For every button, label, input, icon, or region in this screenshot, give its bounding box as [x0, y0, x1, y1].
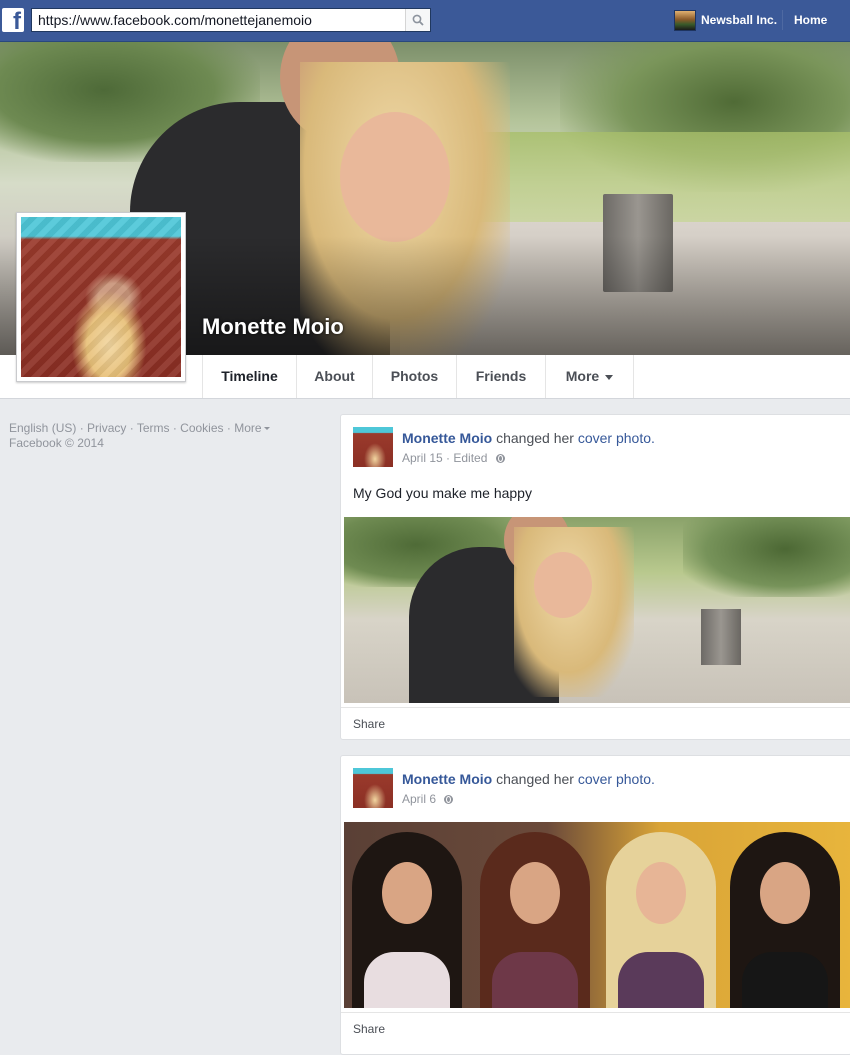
- tab-label: Friends: [475, 368, 527, 384]
- profile-picture-image: [21, 217, 181, 377]
- timeline-post: Monette Moio changed her cover photo. Ap…: [340, 414, 850, 740]
- post-date-link[interactable]: April 6: [402, 792, 436, 806]
- post-header: Monette Moio changed her cover photo.: [402, 430, 655, 446]
- photo-scene-face: [510, 862, 560, 924]
- post-edited-label[interactable]: Edited: [453, 451, 487, 465]
- photo-scene-top: [742, 952, 828, 1008]
- post-meta: April 6: [402, 792, 454, 806]
- footer-copyright: Facebook © 2014: [9, 436, 104, 450]
- tab-more[interactable]: More: [546, 355, 634, 398]
- tab-label: Photos: [390, 368, 439, 384]
- tab-friends[interactable]: Friends: [457, 355, 546, 398]
- photo-scene-face: [760, 862, 810, 924]
- search-button[interactable]: [405, 9, 430, 31]
- post-actions-bar: Share: [341, 707, 850, 740]
- photo-scene-person: [480, 832, 590, 1008]
- footer-link-privacy[interactable]: Privacy: [87, 421, 126, 435]
- post-meta-separator: ·: [446, 451, 451, 465]
- post-author-link[interactable]: Monette Moio: [402, 771, 492, 787]
- globe-icon[interactable]: [495, 454, 505, 463]
- nav-divider: [782, 10, 783, 30]
- photo-scene-person: [606, 832, 716, 1008]
- photo-scene-person: [352, 832, 462, 1008]
- tab-label: About: [314, 368, 355, 384]
- post-photo[interactable]: [344, 822, 850, 1008]
- photo-scene-bushes: [683, 517, 850, 597]
- footer-link-terms[interactable]: Terms: [137, 421, 170, 435]
- share-link[interactable]: Share: [353, 1022, 385, 1036]
- photo-scene-face: [636, 862, 686, 924]
- page-avatar[interactable]: [674, 10, 696, 31]
- top-bar: f Newsball Inc. Home: [0, 0, 850, 42]
- cover-scene-woman-face: [340, 112, 450, 242]
- photo-scene-person: [730, 832, 840, 1008]
- home-link[interactable]: Home: [794, 13, 827, 27]
- search-icon: [412, 14, 424, 26]
- post-object-link[interactable]: cover photo.: [578, 430, 655, 446]
- post-author-avatar[interactable]: [353, 427, 393, 467]
- facebook-logo-icon[interactable]: f: [2, 8, 24, 35]
- post-object-link[interactable]: cover photo.: [578, 771, 655, 787]
- address-bar[interactable]: [31, 8, 431, 32]
- post-photo[interactable]: [344, 517, 850, 703]
- photo-scene-trash-can: [701, 609, 741, 665]
- page-name-link[interactable]: Newsball Inc.: [701, 13, 777, 27]
- post-date-link[interactable]: April 15: [402, 451, 443, 465]
- footer-link-cookies[interactable]: Cookies: [180, 421, 223, 435]
- post-author-link[interactable]: Monette Moio: [402, 430, 492, 446]
- globe-icon[interactable]: [444, 795, 454, 804]
- timeline-post: Monette Moio changed her cover photo. Ap…: [340, 755, 850, 1055]
- post-meta: April 15 · Edited: [402, 451, 505, 465]
- chevron-down-icon: [263, 427, 270, 431]
- address-input[interactable]: [32, 9, 416, 31]
- tab-label: More: [565, 368, 600, 384]
- footer-link-more[interactable]: More: [234, 421, 261, 435]
- profile-picture[interactable]: [16, 212, 186, 382]
- chevron-down-icon: [605, 374, 614, 380]
- footer-links: English (US) · Privacy · Terms · Cookies…: [9, 421, 309, 436]
- facebook-logo-letter: f: [13, 8, 21, 35]
- tab-photos[interactable]: Photos: [373, 355, 457, 398]
- photo-scene-woman-face: [534, 552, 592, 618]
- photo-scene-top: [364, 952, 450, 1008]
- photo-scene-top: [492, 952, 578, 1008]
- tab-label: Timeline: [221, 368, 278, 384]
- profile-name[interactable]: Monette Moio: [202, 314, 344, 340]
- footer-separator: ·: [76, 421, 88, 435]
- footer-separator: ·: [223, 421, 235, 435]
- footer-separator: ·: [169, 421, 181, 435]
- footer-link-language[interactable]: English (US): [9, 421, 76, 435]
- post-actions-bar: Share: [341, 1012, 850, 1045]
- left-footer: English (US) · Privacy · Terms · Cookies…: [9, 421, 309, 451]
- post-header: Monette Moio changed her cover photo.: [402, 771, 655, 787]
- photo-scene-top: [618, 952, 704, 1008]
- post-action-text: changed her: [496, 771, 574, 787]
- tab-timeline[interactable]: Timeline: [203, 355, 297, 398]
- post-author-avatar[interactable]: [353, 768, 393, 808]
- post-text: My God you make me happy: [353, 485, 532, 501]
- photo-scene-face: [382, 862, 432, 924]
- footer-separator: ·: [126, 421, 137, 435]
- share-link[interactable]: Share: [353, 717, 385, 731]
- post-action-text: changed her: [496, 430, 574, 446]
- tab-about[interactable]: About: [297, 355, 373, 398]
